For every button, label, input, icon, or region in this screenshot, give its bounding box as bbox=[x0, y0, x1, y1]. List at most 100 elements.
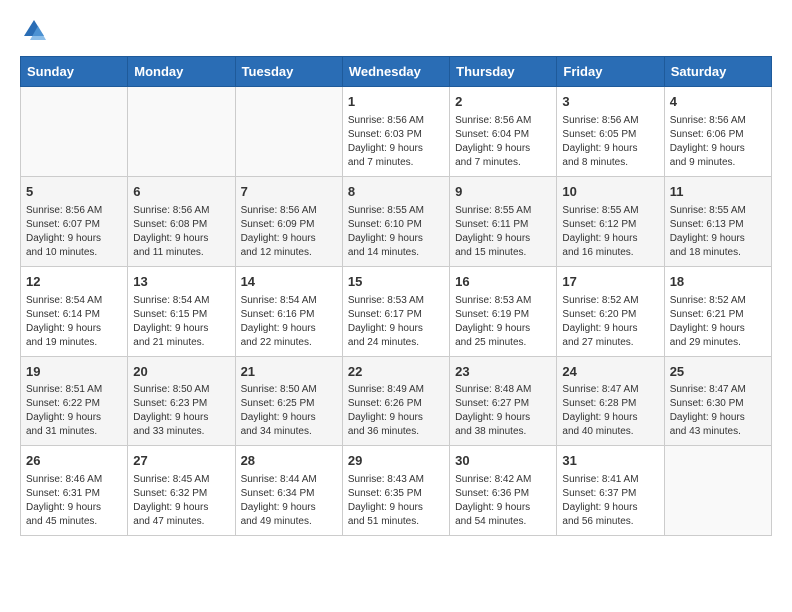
day-info: Sunrise: 8:52 AMSunset: 6:20 PMDaylight:… bbox=[562, 294, 658, 350]
calendar-cell: 28 Sunrise: 8:44 AMSunset: 6:34 PMDayligh… bbox=[235, 446, 342, 536]
day-info: Sunrise: 8:56 AMSunset: 6:07 PMDaylight:… bbox=[26, 204, 122, 260]
header-thursday: Thursday bbox=[450, 57, 557, 87]
day-info: Sunrise: 8:46 AMSunset: 6:31 PMDaylight:… bbox=[26, 473, 122, 529]
day-info: Sunrise: 8:48 AMSunset: 6:27 PMDaylight:… bbox=[455, 383, 551, 439]
calendar-cell: 26 Sunrise: 8:46 AMSunset: 6:31 PMDayligh… bbox=[21, 446, 128, 536]
day-number: 29 bbox=[348, 452, 444, 471]
calendar-cell: 7 Sunrise: 8:56 AMSunset: 6:09 PMDaylight… bbox=[235, 176, 342, 266]
day-info: Sunrise: 8:50 AMSunset: 6:23 PMDaylight:… bbox=[133, 383, 229, 439]
day-number: 26 bbox=[26, 452, 122, 471]
calendar-cell: 22Sunrise: 8:49 AMSunset: 6:26 PMDayligh… bbox=[342, 356, 449, 446]
day-info: Sunrise: 8:56 AMSunset: 6:09 PMDaylight:… bbox=[241, 204, 337, 260]
calendar-cell bbox=[21, 87, 128, 177]
day-number: 13 bbox=[133, 273, 229, 292]
day-info: Sunrise: 8:43 AMSunset: 6:35 PMDaylight:… bbox=[348, 473, 444, 529]
day-number: 6 bbox=[133, 183, 229, 202]
calendar-cell: 20Sunrise: 8:50 AMSunset: 6:23 PMDayligh… bbox=[128, 356, 235, 446]
calendar-cell: 8Sunrise: 8:55 AMSunset: 6:10 PMDaylight… bbox=[342, 176, 449, 266]
day-number: 12 bbox=[26, 273, 122, 292]
day-info: Sunrise: 8:42 AMSunset: 6:36 PMDaylight:… bbox=[455, 473, 551, 529]
day-number: 27 bbox=[133, 452, 229, 471]
day-number: 4 bbox=[670, 93, 766, 112]
day-number: 20 bbox=[133, 363, 229, 382]
header-monday: Monday bbox=[128, 57, 235, 87]
day-info: Sunrise: 8:54 AMSunset: 6:14 PMDaylight:… bbox=[26, 294, 122, 350]
day-number: 23 bbox=[455, 363, 551, 382]
week-row-1: 1 Sunrise: 8:56 AMSunset: 6:03 PMDaylight… bbox=[21, 87, 772, 177]
calendar-cell: 25Sunrise: 8:47 AMSunset: 6:30 PMDayligh… bbox=[664, 356, 771, 446]
calendar-cell: 11 Sunrise: 8:55 AMSunset: 6:13 PMDayligh… bbox=[664, 176, 771, 266]
week-row-2: 5 Sunrise: 8:56 AMSunset: 6:07 PMDaylight… bbox=[21, 176, 772, 266]
logo-icon bbox=[20, 16, 48, 44]
calendar-cell: 14 Sunrise: 8:54 AMSunset: 6:16 PMDayligh… bbox=[235, 266, 342, 356]
day-number: 7 bbox=[241, 183, 337, 202]
day-info: Sunrise: 8:56 AMSunset: 6:05 PMDaylight:… bbox=[562, 114, 658, 170]
calendar-cell: 18Sunrise: 8:52 AMSunset: 6:21 PMDayligh… bbox=[664, 266, 771, 356]
day-number: 2 bbox=[455, 93, 551, 112]
calendar-cell: 5 Sunrise: 8:56 AMSunset: 6:07 PMDaylight… bbox=[21, 176, 128, 266]
calendar-cell: 6 Sunrise: 8:56 AMSunset: 6:08 PMDaylight… bbox=[128, 176, 235, 266]
calendar-cell: 16 Sunrise: 8:53 AMSunset: 6:19 PMDayligh… bbox=[450, 266, 557, 356]
calendar-cell: 15 Sunrise: 8:53 AMSunset: 6:17 PMDayligh… bbox=[342, 266, 449, 356]
day-info: Sunrise: 8:53 AMSunset: 6:19 PMDaylight:… bbox=[455, 294, 551, 350]
day-info: Sunrise: 8:56 AMSunset: 6:06 PMDaylight:… bbox=[670, 114, 766, 170]
calendar-cell: 19Sunrise: 8:51 AMSunset: 6:22 PMDayligh… bbox=[21, 356, 128, 446]
day-info: Sunrise: 8:47 AMSunset: 6:28 PMDaylight:… bbox=[562, 383, 658, 439]
day-info: Sunrise: 8:44 AMSunset: 6:34 PMDaylight:… bbox=[241, 473, 337, 529]
day-number: 5 bbox=[26, 183, 122, 202]
day-number: 28 bbox=[241, 452, 337, 471]
day-number: 11 bbox=[670, 183, 766, 202]
day-number: 22 bbox=[348, 363, 444, 382]
calendar-cell: 4 Sunrise: 8:56 AMSunset: 6:06 PMDaylight… bbox=[664, 87, 771, 177]
calendar-cell: 29 Sunrise: 8:43 AMSunset: 6:35 PMDayligh… bbox=[342, 446, 449, 536]
day-info: Sunrise: 8:56 AMSunset: 6:08 PMDaylight:… bbox=[133, 204, 229, 260]
page-header bbox=[20, 16, 772, 44]
day-info: Sunrise: 8:53 AMSunset: 6:17 PMDaylight:… bbox=[348, 294, 444, 350]
calendar-cell: 2Sunrise: 8:56 AMSunset: 6:04 PMDaylight… bbox=[450, 87, 557, 177]
calendar-cell: 10Sunrise: 8:55 AMSunset: 6:12 PMDayligh… bbox=[557, 176, 664, 266]
header-wednesday: Wednesday bbox=[342, 57, 449, 87]
day-number: 16 bbox=[455, 273, 551, 292]
calendar-cell: 1 Sunrise: 8:56 AMSunset: 6:03 PMDaylight… bbox=[342, 87, 449, 177]
day-number: 24 bbox=[562, 363, 658, 382]
day-number: 8 bbox=[348, 183, 444, 202]
day-info: Sunrise: 8:41 AMSunset: 6:37 PMDaylight:… bbox=[562, 473, 658, 529]
day-info: Sunrise: 8:47 AMSunset: 6:30 PMDaylight:… bbox=[670, 383, 766, 439]
day-number: 31 bbox=[562, 452, 658, 471]
day-info: Sunrise: 8:55 AMSunset: 6:12 PMDaylight:… bbox=[562, 204, 658, 260]
calendar-cell: 30 Sunrise: 8:42 AMSunset: 6:36 PMDayligh… bbox=[450, 446, 557, 536]
day-number: 19 bbox=[26, 363, 122, 382]
day-number: 25 bbox=[670, 363, 766, 382]
calendar-cell: 17 Sunrise: 8:52 AMSunset: 6:20 PMDayligh… bbox=[557, 266, 664, 356]
calendar-header: SundayMondayTuesdayWednesdayThursdayFrid… bbox=[21, 57, 772, 87]
day-number: 30 bbox=[455, 452, 551, 471]
header-sunday: Sunday bbox=[21, 57, 128, 87]
calendar-cell: 23Sunrise: 8:48 AMSunset: 6:27 PMDayligh… bbox=[450, 356, 557, 446]
week-row-4: 19Sunrise: 8:51 AMSunset: 6:22 PMDayligh… bbox=[21, 356, 772, 446]
calendar-cell bbox=[235, 87, 342, 177]
day-info: Sunrise: 8:54 AMSunset: 6:16 PMDaylight:… bbox=[241, 294, 337, 350]
day-number: 15 bbox=[348, 273, 444, 292]
calendar-cell: 12 Sunrise: 8:54 AMSunset: 6:14 PMDayligh… bbox=[21, 266, 128, 356]
header-friday: Friday bbox=[557, 57, 664, 87]
header-tuesday: Tuesday bbox=[235, 57, 342, 87]
calendar-cell: 31 Sunrise: 8:41 AMSunset: 6:37 PMDayligh… bbox=[557, 446, 664, 536]
day-number: 14 bbox=[241, 273, 337, 292]
calendar-cell: 3Sunrise: 8:56 AMSunset: 6:05 PMDaylight… bbox=[557, 87, 664, 177]
day-info: Sunrise: 8:49 AMSunset: 6:26 PMDaylight:… bbox=[348, 383, 444, 439]
calendar-cell: 27 Sunrise: 8:45 AMSunset: 6:32 PMDayligh… bbox=[128, 446, 235, 536]
day-info: Sunrise: 8:45 AMSunset: 6:32 PMDaylight:… bbox=[133, 473, 229, 529]
day-number: 21 bbox=[241, 363, 337, 382]
day-info: Sunrise: 8:51 AMSunset: 6:22 PMDaylight:… bbox=[26, 383, 122, 439]
header-saturday: Saturday bbox=[664, 57, 771, 87]
week-row-5: 26 Sunrise: 8:46 AMSunset: 6:31 PMDayligh… bbox=[21, 446, 772, 536]
day-info: Sunrise: 8:56 AMSunset: 6:03 PMDaylight:… bbox=[348, 114, 444, 170]
logo bbox=[20, 16, 52, 44]
calendar-cell: 13Sunrise: 8:54 AMSunset: 6:15 PMDayligh… bbox=[128, 266, 235, 356]
day-info: Sunrise: 8:55 AMSunset: 6:13 PMDaylight:… bbox=[670, 204, 766, 260]
day-info: Sunrise: 8:55 AMSunset: 6:11 PMDaylight:… bbox=[455, 204, 551, 260]
day-number: 17 bbox=[562, 273, 658, 292]
day-number: 1 bbox=[348, 93, 444, 112]
day-number: 18 bbox=[670, 273, 766, 292]
day-info: Sunrise: 8:50 AMSunset: 6:25 PMDaylight:… bbox=[241, 383, 337, 439]
